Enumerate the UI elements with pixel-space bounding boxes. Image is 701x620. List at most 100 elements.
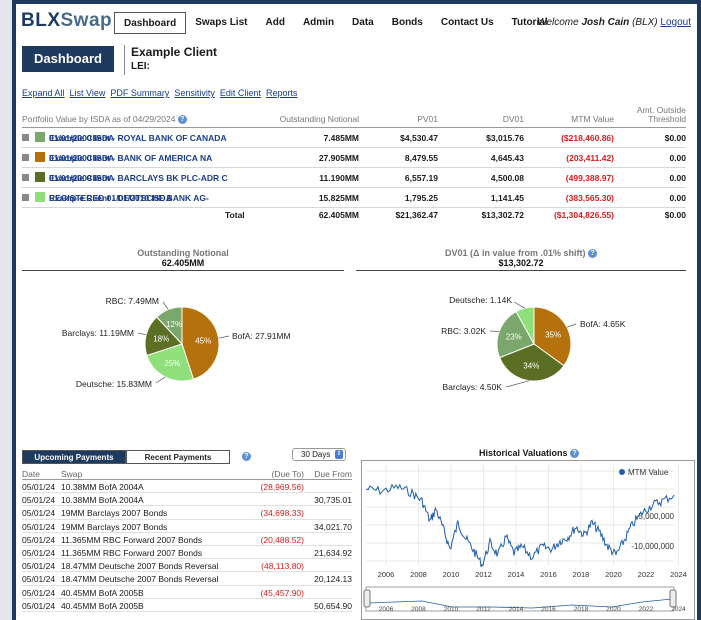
payment-row[interactable]: 05/01/24 10.38MM BofA 2004A (28,969.56) [22, 480, 352, 494]
historical-chart[interactable]: MTM Value-5,000,000-10,000,0002006 2008 20… [362, 461, 694, 619]
payment-date: 05/01/24 [22, 574, 56, 585]
row-dv01: 1,141.45 [490, 193, 524, 203]
nav-menu: Dashboard Swaps List Add Admin Data Bond… [114, 12, 557, 34]
client-lei: LEI: [131, 61, 150, 72]
edit-client-link[interactable]: Edit Client [220, 88, 261, 98]
x-tick-label: 2022 [638, 570, 655, 579]
expand-icon[interactable] [22, 174, 29, 181]
pie-label: Deutsche: 15.83MM [76, 379, 152, 389]
range-select[interactable]: 30 Days ⇕ [292, 448, 346, 461]
nav-swaps-list[interactable]: Swaps List [186, 12, 256, 34]
total-label: Total [225, 210, 245, 220]
payment-due-to: (20,488.52) [260, 534, 304, 545]
series-swatch [35, 172, 45, 182]
help-icon[interactable]: ? [570, 449, 580, 459]
legend-marker [619, 469, 625, 475]
navigator-tick-label: 2014 [509, 606, 524, 613]
payment-date: 05/01/24 [22, 534, 56, 545]
pie-label: Barclays: 11.19MM [62, 328, 134, 338]
payment-due-from: 34,021.70 [314, 521, 352, 532]
x-tick-label: 2006 [378, 570, 395, 579]
col-pv01: PV01 [417, 114, 438, 124]
payment-date: 05/01/24 [22, 587, 56, 598]
payment-row[interactable]: 05/01/24 18.47MM Deutsche 2007 Bonds Rev… [22, 572, 352, 586]
divider [356, 270, 686, 271]
navigator-tick-label: 2012 [476, 606, 491, 613]
logout-link[interactable]: Logout [660, 17, 691, 28]
nav-data[interactable]: Data [343, 12, 383, 34]
payment-swap: 10.38MM BofA 2004A [61, 482, 144, 492]
payment-due-to: (28,969.56) [260, 482, 304, 492]
expand-icon[interactable] [22, 154, 29, 161]
notional-title-text: Outstanding Notional [137, 248, 229, 258]
payment-swap: 18.47MM Deutsche 2007 Bonds Reversal [61, 574, 219, 585]
pie-leader-line [513, 301, 525, 309]
range-value: 30 Days [301, 450, 331, 459]
expand-icon[interactable] [22, 194, 29, 201]
nav-add[interactable]: Add [256, 12, 293, 34]
app-logo[interactable]: BLXSwap [21, 10, 112, 32]
historical-title: Historical Valuations ? [361, 448, 697, 459]
nav-dashboard[interactable]: Dashboard [114, 12, 187, 34]
expand-icon[interactable] [22, 134, 29, 141]
payment-date: 05/01/24 [22, 482, 56, 492]
payment-swap: 18.47MM Deutsche 2007 Bonds Reversal [61, 561, 219, 572]
row-pv01: 1,795.25 [404, 193, 438, 203]
range-handle-right [669, 589, 677, 608]
payments-header: Date Swap (Due To) Due From [22, 468, 352, 480]
help-icon[interactable]: ? [242, 452, 251, 461]
list-view-link[interactable]: List View [70, 88, 106, 98]
payment-row[interactable]: 05/01/24 11.365MM RBC Forward 2007 Bonds… [22, 533, 352, 546]
expand-all-link[interactable]: Expand All [22, 88, 65, 98]
col-notional: Outstanding Notional [279, 114, 359, 124]
client-info: Example Client LEI: [124, 45, 217, 75]
mtm-series-line [365, 483, 675, 568]
help-icon[interactable]: ? [177, 115, 187, 124]
payment-swap: 40.45MM BofA 2005B [61, 600, 144, 611]
welcome-message: Welcome Josh Cain (BLX) Logout [537, 17, 691, 28]
pdf-summary-link[interactable]: PDF Summary [110, 88, 169, 98]
legend-label: MTM Value [628, 468, 669, 477]
payment-row[interactable]: 05/01/24 40.45MM BofA 2005B 50,654.90 [22, 599, 352, 612]
client-name: Example Client [131, 45, 218, 59]
series-swatch [35, 152, 45, 162]
pie-pct-label: 45% [195, 337, 211, 346]
payment-row[interactable]: 05/01/24 40.45MM BofA 2005B (45,457.90) [22, 586, 352, 599]
portfolio-row: Example Client - DEUTSCHE BANK AG- REGIST… [22, 188, 686, 208]
nav-admin[interactable]: Admin [294, 12, 343, 34]
reports-link[interactable]: Reports [266, 88, 298, 98]
pie-pct-label: 34% [523, 361, 539, 370]
tab-recent-payments[interactable]: Recent Payments [126, 450, 230, 464]
payments-tabs: Upcoming Payments Recent Payments [22, 450, 230, 464]
total-amt: $0.00 [664, 210, 686, 220]
row-mtm: (499,388.97) [565, 173, 614, 183]
nav-contact-us[interactable]: Contact Us [432, 12, 503, 34]
pie-label: RBC: 7.49MM [106, 296, 159, 306]
logo-sub: Swap [60, 10, 113, 31]
x-tick-label: 2008 [410, 570, 427, 579]
payment-row[interactable]: 05/01/24 19MM Barclays 2007 Bonds (34,69… [22, 506, 352, 520]
total-mtm: ($1,304,826.55) [553, 210, 614, 220]
payment-date: 05/01/24 [22, 508, 56, 519]
portfolio-table: Portfolio Value by ISDA as of 04/29/2024… [22, 105, 686, 222]
tab-upcoming-payments[interactable]: Upcoming Payments [22, 450, 126, 464]
historical-title-text: Historical Valuations [478, 448, 568, 458]
nav-bonds[interactable]: Bonds [383, 12, 432, 34]
payment-date: 05/01/24 [22, 561, 56, 572]
payment-row[interactable]: 05/01/24 19MM Barclays 2007 Bonds 34,021… [22, 520, 352, 533]
row-amt: 0.00 [669, 193, 686, 203]
portfolio-row: Example Client - ROYAL BANK OF CANADA 01/… [22, 128, 686, 148]
dashboard-title-badge: Dashboard [22, 46, 114, 72]
sensitivity-link[interactable]: Sensitivity [174, 88, 215, 98]
payment-due-to: (48,113.80) [261, 561, 304, 572]
series-swatch [35, 132, 45, 142]
help-icon[interactable]: ? [588, 249, 598, 259]
payments-table: Date Swap (Due To) Due From 05/01/24 10.… [22, 468, 352, 612]
payment-row[interactable]: 05/01/24 10.38MM BofA 2004A 30,735.01 [22, 493, 352, 507]
payment-row[interactable]: 05/01/24 18.47MM Deutsche 2007 Bonds Rev… [22, 559, 352, 573]
navigator-tick-label: 2008 [411, 606, 426, 613]
dv01-pie-chart: 35% BofA: 4.65K 34% Barclays: 4.50K 23% RBC: … [441, 295, 626, 392]
payment-row[interactable]: 05/01/24 11.365MM RBC Forward 2007 Bonds… [22, 546, 352, 560]
navigator-tick-label: 2024 [671, 606, 686, 613]
row-dv01: 4,645.43 [490, 153, 524, 163]
